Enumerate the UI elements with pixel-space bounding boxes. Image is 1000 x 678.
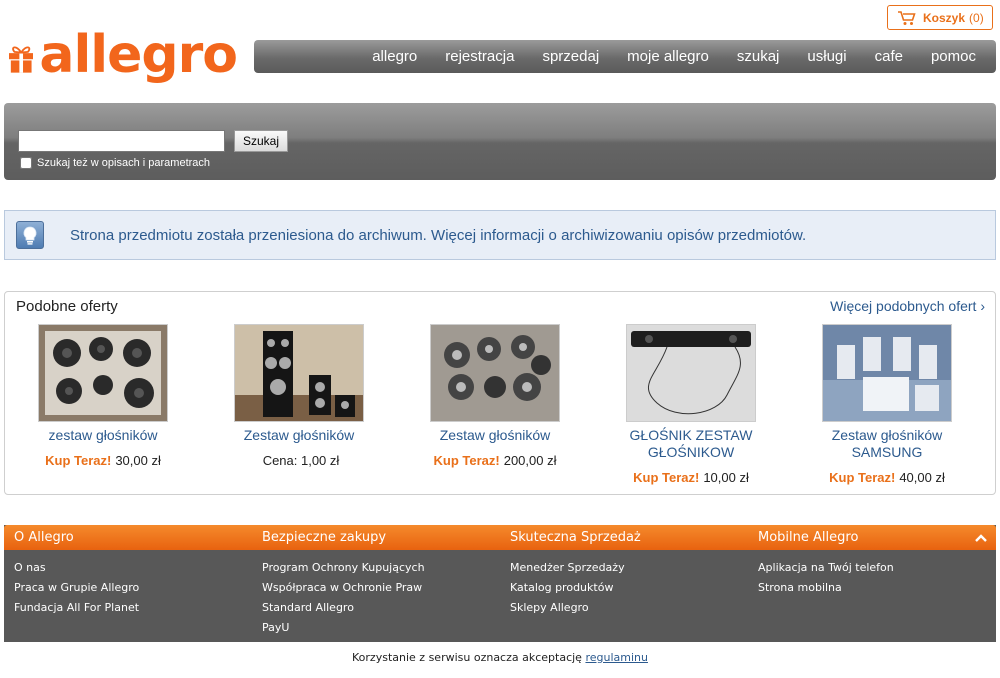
footer-col-title: O Allegro <box>14 530 74 545</box>
footer: O Allegro O nas Praca w Grupie Allegro F… <box>4 525 996 642</box>
search-descriptions-option[interactable]: Szukaj też w opisach i parametrach <box>20 157 210 169</box>
nav-moje-allegro[interactable]: moje allegro <box>613 40 723 73</box>
search-bar: Szukaj Szukaj też w opisach i parametrac… <box>4 103 996 180</box>
footer-link-strona-mobilna[interactable]: Strona mobilna <box>758 578 894 598</box>
footer-col-mobile: Mobilne Allegro Aplikacja na Twój telefo… <box>758 525 894 598</box>
offer-price-value: 200,00 zł <box>503 453 557 468</box>
footer-link-payu[interactable]: PayU <box>262 618 425 638</box>
nav-allegro[interactable]: allegro <box>358 40 431 73</box>
more-similar-link[interactable]: Więcej podobnych ofert › <box>830 298 985 314</box>
chevron-up-icon[interactable] <box>974 531 988 545</box>
more-info-link[interactable]: Więcej informacji <box>431 227 544 244</box>
offer-price: Cena: 1,00 zł <box>201 453 397 468</box>
cart-button[interactable]: Koszyk (0) <box>887 5 993 30</box>
offer-thumbnail[interactable] <box>234 324 364 422</box>
terms-notice: Korzystanie z serwisu oznacza akceptację… <box>0 651 1000 664</box>
footer-link-o-nas[interactable]: O nas <box>14 558 139 578</box>
logo-text: allegro <box>39 25 238 85</box>
archive-text-before: Strona przedmiotu została przeniesiona d… <box>70 227 432 244</box>
offer-item: Zestaw głośników SAMSUNG Kup Teraz! 40,00… <box>789 324 985 485</box>
nav-szukaj[interactable]: szukaj <box>723 40 794 73</box>
buy-now-label: Kup Teraz! <box>45 453 112 468</box>
footer-link-katalog[interactable]: Katalog produktów <box>510 578 641 598</box>
offer-thumbnail[interactable] <box>626 324 756 422</box>
nav-rejestracja[interactable]: rejestracja <box>431 40 528 73</box>
footer-link-sklepy[interactable]: Sklepy Allegro <box>510 598 641 618</box>
offer-price: Kup Teraz! 10,00 zł <box>593 470 789 485</box>
buy-now-label: Kup Teraz! <box>433 453 500 468</box>
buy-now-label: Kup Teraz! <box>829 470 896 485</box>
gift-icon <box>9 46 34 73</box>
offer-price-value: Cena: 1,00 zł <box>262 453 340 468</box>
offer-price: Kup Teraz! 30,00 zł <box>5 453 201 468</box>
offer-name[interactable]: GŁOŚNIK ZESTAW GŁOŚNIKOW <box>593 427 789 461</box>
lightbulb-icon <box>16 221 44 249</box>
footer-col-title: Mobilne Allegro <box>758 530 859 545</box>
search-descriptions-checkbox[interactable] <box>20 157 32 169</box>
nav-sprzedaj[interactable]: sprzedaj <box>528 40 613 73</box>
offer-name[interactable]: Zestaw głośników <box>201 427 397 444</box>
offer-item: zestaw głośników Kup Teraz! 30,00 zł <box>5 324 201 468</box>
footer-link-praca[interactable]: Praca w Grupie Allegro <box>14 578 139 598</box>
buy-now-label: Kup Teraz! <box>633 470 700 485</box>
footer-col-about: O Allegro O nas Praca w Grupie Allegro F… <box>14 525 139 618</box>
search-button[interactable]: Szukaj <box>234 130 288 152</box>
footer-col-safe-shopping: Bezpieczne zakupy Program Ochrony Kupują… <box>262 525 425 638</box>
footer-link-menedzer[interactable]: Menedżer Sprzedaży <box>510 558 641 578</box>
archive-message: Strona przedmiotu została przeniesiona d… <box>70 227 806 244</box>
offer-thumbnail[interactable] <box>430 324 560 422</box>
offer-name[interactable]: Zestaw głośników SAMSUNG <box>789 427 985 461</box>
similar-offers-title: Podobne oferty <box>16 298 118 315</box>
offer-item: Zestaw głośników Kup Teraz! 200,00 zł <box>397 324 593 468</box>
footer-col-selling: Skuteczna Sprzedaż Menedżer Sprzedaży Ka… <box>510 525 641 618</box>
footer-link-fundacja[interactable]: Fundacja All For Planet <box>14 598 139 618</box>
similar-offers: Podobne oferty Więcej podobnych ofert › … <box>4 291 996 495</box>
archive-notice: Strona przedmiotu została przeniesiona d… <box>4 210 996 260</box>
footer-link-ochrona-kupujacych[interactable]: Program Ochrony Kupujących <box>262 558 425 578</box>
nav-uslugi[interactable]: usługi <box>793 40 860 73</box>
cart-label: Koszyk <box>923 10 966 25</box>
offer-price: Kup Teraz! 40,00 zł <box>789 470 985 485</box>
footer-link-ochrona-praw[interactable]: Współpraca w Ochronie Praw <box>262 578 425 598</box>
offer-price: Kup Teraz! 200,00 zł <box>397 453 593 468</box>
footer-link-standard[interactable]: Standard Allegro <box>262 598 425 618</box>
nav-cafe[interactable]: cafe <box>861 40 917 73</box>
footer-col-title: Skuteczna Sprzedaż <box>510 530 641 545</box>
footer-col-title: Bezpieczne zakupy <box>262 530 387 545</box>
cart-icon <box>898 10 916 25</box>
terms-text: Korzystanie z serwisu oznacza akceptację <box>352 651 586 664</box>
main-nav: allegro rejestracja sprzedaj moje allegr… <box>254 40 996 73</box>
search-input[interactable] <box>18 130 225 152</box>
offer-name[interactable]: zestaw głośników <box>5 427 201 444</box>
offer-price-value: 10,00 zł <box>703 470 749 485</box>
offer-thumbnail[interactable] <box>822 324 952 422</box>
footer-link-aplikacja[interactable]: Aplikacja na Twój telefon <box>758 558 894 578</box>
offer-name[interactable]: Zestaw głośników <box>397 427 593 444</box>
search-descriptions-label: Szukaj też w opisach i parametrach <box>37 157 211 169</box>
offer-price-value: 40,00 zł <box>899 470 945 485</box>
offer-thumbnail[interactable] <box>38 324 168 422</box>
allegro-logo[interactable]: allegro <box>9 25 238 88</box>
nav-pomoc[interactable]: pomoc <box>917 40 996 73</box>
offer-item: Zestaw głośników Cena: 1,00 zł <box>201 324 397 468</box>
archive-text-after: o archiwizowaniu opisów przedmiotów. <box>544 227 807 244</box>
offer-price-value: 30,00 zł <box>115 453 161 468</box>
offer-item: GŁOŚNIK ZESTAW GŁOŚNIKOW Kup Teraz! 10,00… <box>593 324 789 485</box>
terms-link[interactable]: regulaminu <box>585 651 648 664</box>
cart-count: (0) <box>969 10 984 25</box>
